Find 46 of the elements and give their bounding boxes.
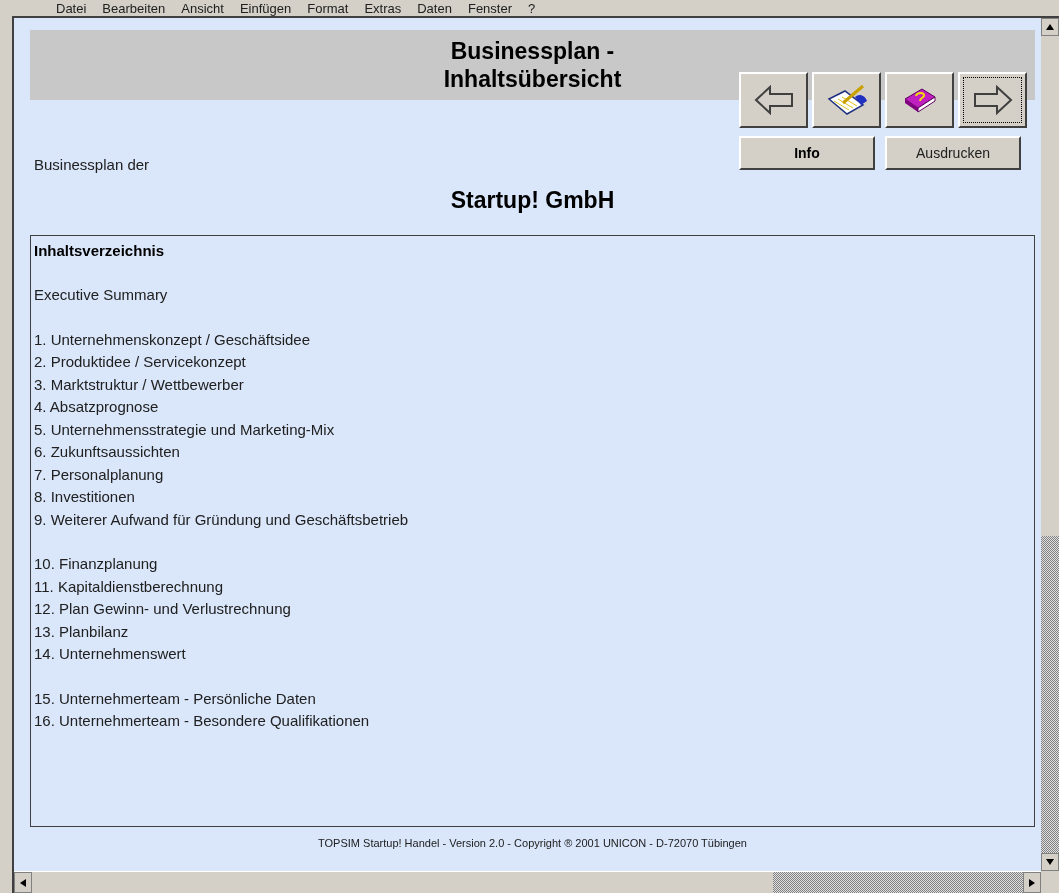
contents-entry[interactable]: 4. Absatzprognose: [34, 396, 1031, 419]
contents-entry[interactable]: 11. Kapitaldienstberechnung: [34, 575, 1031, 598]
menu-item[interactable]: Datei: [56, 1, 87, 15]
toolbar-button[interactable]: [885, 72, 954, 128]
menu-item[interactable]: ?: [528, 1, 536, 15]
toolbar-button[interactable]: [958, 72, 1027, 128]
left-arrow-icon: [753, 85, 794, 115]
contents-entry[interactable]: Executive Summary: [34, 284, 1031, 307]
right-caret-icon: [1029, 878, 1035, 887]
contents-entry[interactable]: 12. Plan Gewinn- und Verlustrechnung: [34, 598, 1031, 621]
contents-entry[interactable]: 16. Unternehmerteam - Besondere Qualifikationen: [34, 710, 1031, 733]
menu-item[interactable]: Bearbeiten: [102, 1, 166, 15]
contents-entry[interactable]: 1. Unternehmenskonzept / Geschäftsidee: [34, 328, 1031, 351]
subtitle: Businessplan der: [34, 155, 151, 175]
menu-item[interactable]: Fenster: [467, 1, 512, 15]
contents-entry[interactable]: 14. Unternehmenswert: [34, 643, 1031, 666]
contents-entry[interactable]: 10. Finanzplanung: [34, 553, 1031, 576]
page-title: Inhaltsübersicht: [443, 65, 622, 93]
menu-item[interactable]: Ansicht: [181, 1, 224, 15]
up-caret-icon: [1046, 24, 1054, 30]
toolbar-button[interactable]: [739, 72, 808, 128]
vertical-scrollbar[interactable]: [1041, 18, 1059, 871]
contents-entry[interactable]: 5. Unternehmensstrategie und Marketing-Mix: [34, 418, 1031, 441]
menu-item[interactable]: Einfügen: [239, 1, 292, 15]
contents-entry[interactable]: 15. Unternehmerteam - Persönliche Daten: [34, 687, 1031, 710]
contents-entry[interactable]: 6. Zukunftsaussichten: [34, 441, 1031, 464]
contents-entry[interactable]: 13. Planbilanz: [34, 620, 1031, 643]
horizontal-scrollbar[interactable]: [14, 871, 1041, 893]
page-title: Businessplan -: [450, 37, 615, 65]
footer-text: TOPSIM Startup! Handel - Version 2.0 - Copyright ® 2001 UNICON - D-72070 Tübingen: [318, 836, 747, 851]
menu-item[interactable]: Format: [307, 1, 349, 15]
menu-item[interactable]: Daten: [417, 1, 452, 15]
right-arrow-icon: [972, 85, 1013, 115]
action-button[interactable]: Ausdrucken: [885, 136, 1021, 170]
company-name: Startup! GmbH: [450, 185, 615, 215]
contents-entry[interactable]: 7. Personalplanung: [34, 463, 1031, 486]
down-caret-icon: [1046, 859, 1054, 865]
contents-entry[interactable]: 9. Weiterer Aufwand für Gründung und Geschäftsbetrieb: [34, 508, 1031, 531]
action-button[interactable]: Info: [739, 136, 875, 170]
contents-entry[interactable]: 8. Investitionen: [34, 486, 1031, 509]
menu-item[interactable]: Extras: [364, 1, 402, 15]
contents-entry[interactable]: 3. Marktstruktur / Wettbewerber: [34, 373, 1031, 396]
contents-entry[interactable]: 2. Produktidee / Servicekonzept: [34, 351, 1031, 374]
left-caret-icon: [20, 878, 26, 887]
contents-heading: Inhaltsverzeichnis: [34, 241, 166, 261]
toolbar-button[interactable]: [812, 72, 881, 128]
